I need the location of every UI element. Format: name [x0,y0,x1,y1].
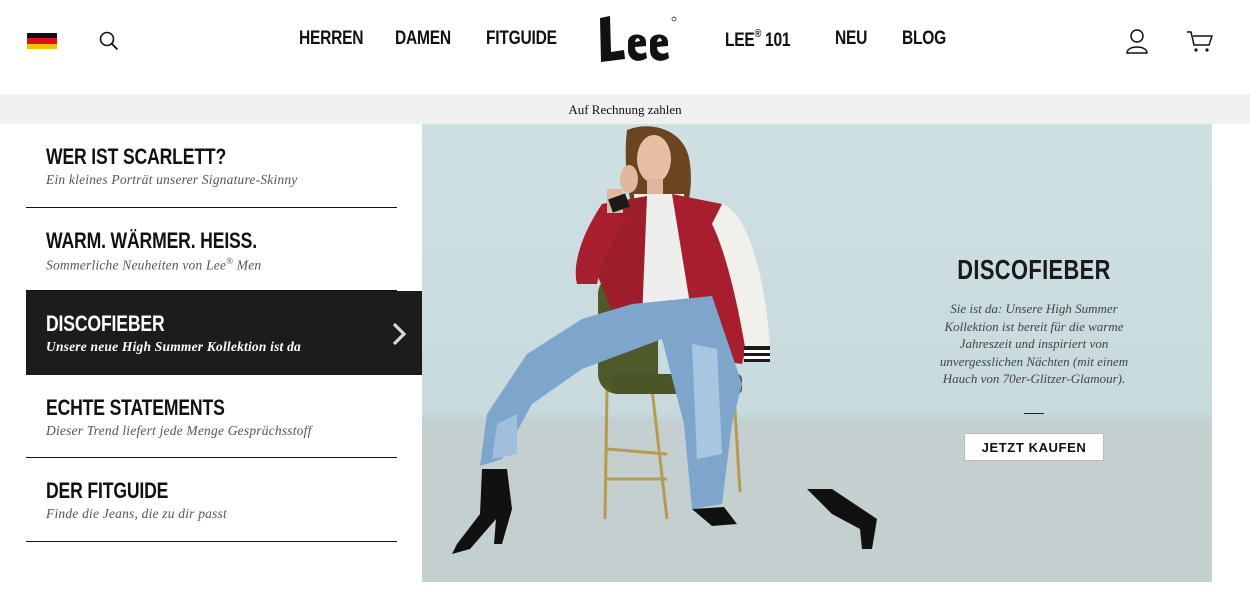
nav-lee-101-suffix: 101 [760,30,791,51]
hero-divider [1024,412,1044,414]
hero-banner[interactable]: DISCOFIEBER Sie ist da: Unsere High Summ… [422,124,1212,582]
nav-lee-101-label: LEE [725,30,755,51]
nav-fitguide[interactable]: FITGUIDE [486,28,557,50]
story-title: DER FITGUIDE [46,478,169,503]
hero-description: Sie ist da: Unsere High Summer Kollektio… [939,301,1129,387]
hero-copy: DISCOFIEBER Sie ist da: Unsere High Summ… [922,254,1146,461]
story-subtitle-text-end: Men [233,257,262,272]
story-subtitle: Finde die Jeans, die zu dir passt [46,506,227,521]
site-header: HERREN DAMEN FITGUIDE LEE® 101 NEU BLOG [0,0,1250,94]
story-subtitle: Ein kleines Porträt unserer Signature-Sk… [46,172,298,187]
story-title: WARM. WÄRMER. HEISS. [46,227,257,253]
nav-herren[interactable]: HERREN [299,28,364,50]
germany-flag-icon[interactable] [27,33,57,50]
story-title: ECHTE STATEMENTS [46,394,225,420]
story-subtitle: Dieser Trend liefert jede Menge Gespräch… [46,422,312,438]
nav-lee-101[interactable]: LEE® 101 [725,28,791,52]
story-title: DISCOFIEBER [46,311,165,336]
nav-neu[interactable]: NEU [835,28,867,50]
story-subtitle: Sommerliche Neuheiten von Lee® Men [46,256,261,274]
story-item-discofieber[interactable]: DISCOFIEBER Unsere neue High Summer Koll… [26,291,422,375]
story-subtitle: Unsere neue High Summer Kollektion ist d… [46,339,301,354]
story-item-warm[interactable]: WARM. WÄRMER. HEISS. Sommerliche Neuheit… [26,208,397,291]
promo-text: Auf Rechnung zahlen [568,102,682,117]
lee-logo[interactable] [594,12,684,70]
search-icon[interactable] [98,30,120,52]
story-subtitle-text: Sommerliche Neuheiten von Lee [46,257,227,272]
chevron-right-icon [392,322,407,346]
shop-now-button[interactable]: JETZT KAUFEN [964,432,1104,461]
story-item-fitguide[interactable]: DER FITGUIDE Finde die Jeans, die zu dir… [26,458,397,542]
story-title: WER IST SCARLETT? [46,144,227,169]
promo-bar[interactable]: Auf Rechnung zahlen [0,94,1250,124]
story-item-statements[interactable]: ECHTE STATEMENTS Dieser Trend liefert je… [26,375,397,458]
story-list: WER IST SCARLETT? Ein kleines Porträt un… [26,124,422,542]
user-icon[interactable] [1125,28,1149,54]
nav-blog[interactable]: BLOG [902,28,946,50]
hero-title: DISCOFIEBER [957,254,1111,285]
cart-icon[interactable] [1186,29,1214,53]
story-item-scarlett[interactable]: WER IST SCARLETT? Ein kleines Porträt un… [26,124,397,208]
nav-damen[interactable]: DAMEN [395,28,451,50]
